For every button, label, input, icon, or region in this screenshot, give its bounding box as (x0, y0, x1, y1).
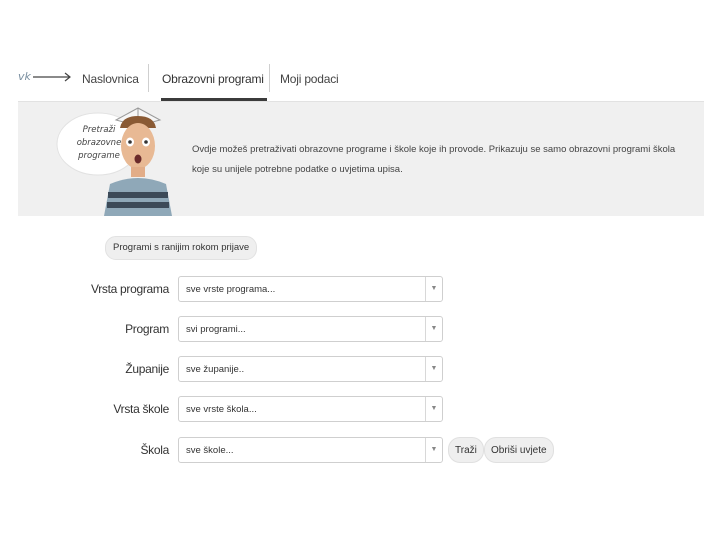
nav-divider (148, 64, 149, 92)
filter-label: Škola (140, 443, 169, 457)
select-value: sve vrste programa... (186, 284, 276, 295)
program-type-select[interactable]: sve vrste programa... ▼ (178, 276, 443, 302)
filter-label: Program (125, 322, 169, 336)
filter-row-zupanije: Županije sve županije.. ▼ (0, 356, 720, 384)
clear-filters-button[interactable]: Obriši uvjete (484, 437, 554, 463)
triangle-down-icon[interactable]: ▼ (425, 438, 442, 462)
student-with-book-illustration (104, 107, 172, 216)
triangle-down-icon[interactable]: ▼ (425, 317, 442, 341)
select-value: sve županije.. (186, 364, 245, 375)
search-button[interactable]: Traži (448, 437, 484, 463)
banner-description: Ovdje možeš pretraživati obrazovne progr… (192, 144, 676, 175)
select-value: svi programi... (186, 324, 246, 335)
county-select[interactable]: sve županije.. ▼ (178, 356, 443, 382)
early-registration-filter-button[interactable]: Programi s ranijim rokom prijave (105, 236, 258, 260)
filter-label: Vrsta škole (113, 402, 169, 416)
top-navigation: vk Naslovnica Obrazovni programi Moji po… (18, 60, 704, 109)
filter-row-vrsta-skole: Vrsta škole sve vrste škola... ▼ (0, 396, 720, 424)
filter-label: Županije (125, 362, 169, 376)
select-value: sve škole... (186, 445, 234, 456)
triangle-down-icon[interactable]: ▼ (425, 277, 442, 301)
school-type-select[interactable]: sve vrste škola... ▼ (178, 396, 443, 422)
triangle-down-icon[interactable]: ▼ (425, 397, 442, 421)
info-banner: Pretraži obrazovne programe Ovdje možeš … (18, 101, 704, 216)
program-select[interactable]: svi programi... ▼ (178, 316, 443, 342)
nav-item-moji-podaci[interactable]: Moji podaci (280, 72, 339, 86)
filter-label: Vrsta programa (90, 282, 169, 296)
filter-row-vrsta-programa: Vrsta programa sve vrste programa... ▼ (0, 276, 720, 304)
svg-text:vk: vk (18, 70, 32, 83)
nav-item-obrazovni-programi[interactable]: Obrazovni programi (162, 72, 264, 86)
filter-row-program: Program svi programi... ▼ (0, 316, 720, 344)
filter-row-skola: Škola sve škole... ▼ Traži Obriši uvjete (0, 437, 720, 465)
arrow-logo-icon[interactable]: vk (18, 66, 74, 88)
school-select[interactable]: sve škole... ▼ (178, 437, 443, 463)
select-value: sve vrste škola... (186, 404, 257, 415)
nav-divider (269, 64, 270, 92)
nav-item-naslovnica[interactable]: Naslovnica (82, 72, 139, 86)
triangle-down-icon[interactable]: ▼ (425, 357, 442, 381)
